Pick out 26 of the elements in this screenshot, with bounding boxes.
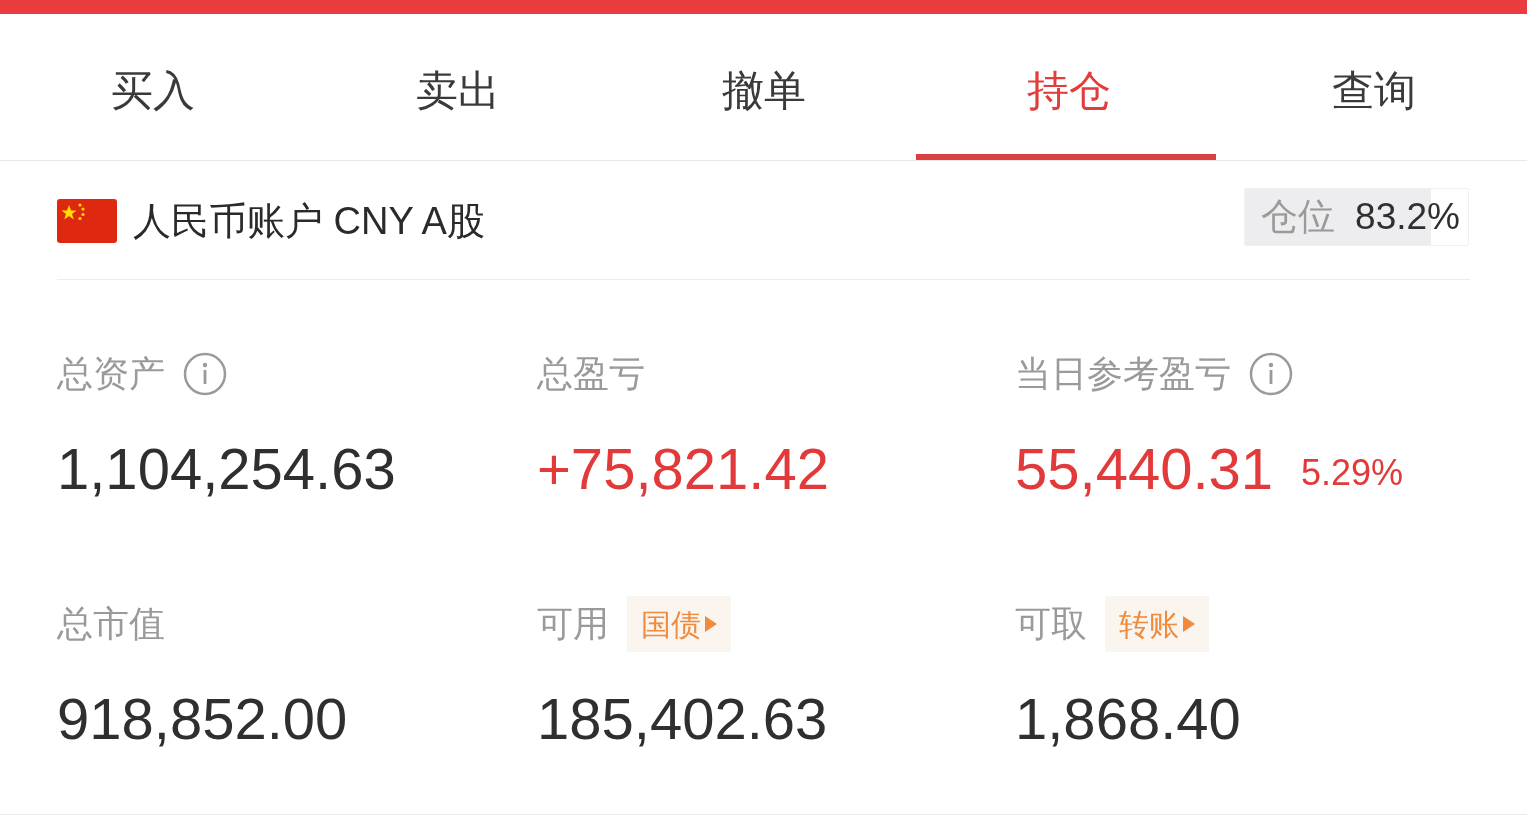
metric-label: 可取 [1015,602,1087,646]
tab[interactable]: 买入 [0,14,306,160]
metric-value: 1,104,254.63 [57,440,396,498]
metric-percent: 5.29% [1301,455,1404,491]
caret-right-icon [705,616,717,632]
flag-icon [57,199,117,243]
metric-value: 918,852.00 [57,690,348,748]
tab[interactable]: 卖出 [305,14,611,160]
metric-value: +75,821.42 [537,440,829,498]
position-reading: 83.2% [1355,195,1460,240]
metric-value: 1,868.40 [1015,690,1241,748]
tab[interactable]: 持仓 [916,14,1222,160]
info-icon[interactable] [183,352,227,396]
info-icon[interactable] [1249,352,1293,396]
metric-label: 总市值 [57,602,165,646]
metric-label: 可用 [537,602,609,646]
metric-value: 185,402.63 [537,690,828,748]
metric-label: 总盈亏 [537,352,645,396]
account-title: 人民币账户 CNY A股 [133,198,485,244]
metric-value: 55,440.31 [1015,440,1274,498]
metric-label: 总资产 [57,352,165,396]
caret-right-icon [1183,616,1195,632]
tab[interactable]: 查询 [1221,14,1527,160]
metric-label: 当日参考盈亏 [1015,352,1231,396]
position-label: 仓位 [1261,195,1336,240]
tab[interactable]: 撤单 [610,14,917,160]
